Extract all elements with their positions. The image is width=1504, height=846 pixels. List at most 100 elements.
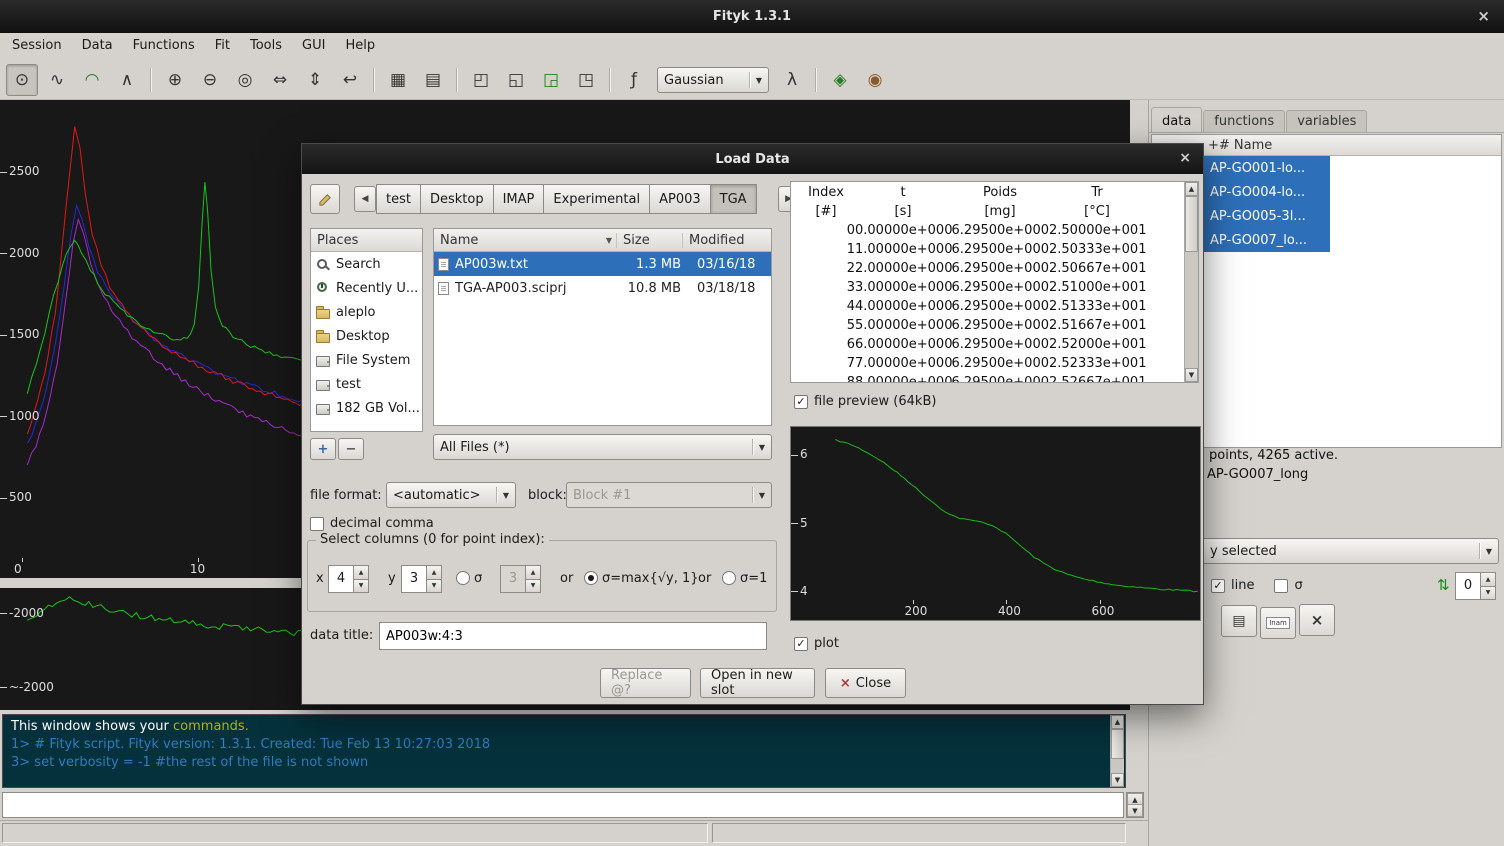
spin-up-icon[interactable]: ▲	[354, 565, 369, 579]
file-format-select[interactable]: <automatic> ▼	[386, 482, 516, 508]
scroll-down-icon[interactable]: ▼	[1111, 773, 1124, 787]
remove-place-button[interactable]: −	[338, 438, 364, 460]
data-editor-icon[interactable]: ▤	[417, 64, 449, 96]
file-filter-select[interactable]: All Files (*) ▼	[433, 434, 772, 460]
preview-scrollbar[interactable]: ▲ ▼	[1184, 182, 1198, 382]
baseline-mode-icon[interactable]: ◠	[76, 64, 108, 96]
tab-functions[interactable]: functions	[1203, 110, 1285, 133]
add-peak-mode-icon[interactable]: ∧	[111, 64, 143, 96]
point-size-spinner[interactable]: 0 ▲ ▼	[1455, 572, 1496, 600]
path-segment[interactable]: AP003	[649, 184, 711, 214]
path-segment[interactable]: Experimental	[543, 184, 650, 214]
file-row[interactable]: TGA-AP003.sciprj 10.8 MB 03/18/18	[434, 276, 771, 300]
zoom-out-icon[interactable]: ⊖	[194, 64, 226, 96]
zoom-in-icon[interactable]: ⊕	[159, 64, 191, 96]
place-item[interactable]: aleplo	[311, 300, 422, 324]
place-item[interactable]: test	[311, 372, 422, 396]
scrollbar-thumb[interactable]	[1111, 729, 1124, 759]
spin-down-icon[interactable]: ▼	[1481, 586, 1496, 601]
export-plot-icon[interactable]: ◲	[535, 64, 567, 96]
spin-up-icon[interactable]: ▲	[427, 565, 442, 579]
zoom-all-icon[interactable]: ◎	[229, 64, 261, 96]
close-button[interactable]: ×Close	[825, 668, 906, 698]
zoom-vertical-icon[interactable]: ⇕	[299, 64, 331, 96]
scroll-down-icon[interactable]: ▼	[1185, 368, 1198, 382]
separator[interactable]	[609, 68, 611, 92]
zoom-mode-icon[interactable]: ⊙	[6, 64, 38, 96]
dataset-row[interactable]: AP-GO007_lo...	[1152, 228, 1501, 252]
open-in-new-slot-button[interactable]: Open in new slot	[700, 668, 815, 698]
menu-item[interactable]: Session	[2, 33, 72, 61]
path-segment[interactable]: test	[376, 184, 421, 214]
delete-dataset-button[interactable]: ×	[1299, 604, 1335, 636]
line-checkbox[interactable]: ✓	[1211, 579, 1225, 593]
spin-down-icon[interactable]: ▼	[354, 579, 369, 594]
data-table-icon[interactable]: ▦	[382, 64, 414, 96]
place-item[interactable]: File System	[311, 348, 422, 372]
y-column-spinner[interactable]: 3 ▲▼	[401, 565, 442, 593]
menu-item[interactable]: Tools	[240, 33, 292, 61]
separator[interactable]	[150, 68, 152, 92]
data-range-mode-icon[interactable]: ∿	[41, 64, 73, 96]
type-location-button[interactable]	[310, 184, 340, 214]
separator[interactable]	[373, 68, 375, 92]
separator[interactable]	[456, 68, 458, 92]
data-transform-icon[interactable]: ƒ	[618, 64, 650, 96]
dataset-row[interactable]: AP-GO005-3l...	[1152, 204, 1501, 228]
dataset-display-select[interactable]: y selected ▼	[1155, 538, 1499, 564]
menu-item[interactable]: Data	[72, 33, 123, 61]
add-place-button[interactable]: +	[310, 438, 336, 460]
menu-item[interactable]: Fit	[205, 33, 240, 61]
history-down-icon[interactable]: ▼	[1127, 804, 1143, 817]
decimal-comma-checkbox[interactable]: ✓	[310, 517, 324, 531]
path-segment[interactable]: Desktop	[420, 184, 494, 214]
menu-item[interactable]: Help	[335, 33, 385, 61]
plot-checkbox[interactable]: ✓	[794, 637, 808, 651]
session-log-icon[interactable]: ◳	[570, 64, 602, 96]
console-scrollbar[interactable]: ▲ ▼	[1110, 715, 1124, 787]
define-function-icon[interactable]: λ	[776, 64, 808, 96]
file-list[interactable]: Name▼ Size Modified AP003w.txt 1.3 MB 03…	[433, 228, 772, 426]
fit-run-icon[interactable]: ◈	[824, 64, 856, 96]
separator[interactable]	[815, 68, 817, 92]
spin-up-icon[interactable]: ▲	[1481, 572, 1496, 586]
file-preview-checkbox[interactable]: ✓	[794, 395, 808, 409]
y-fit-zoom-icon[interactable]: ⇅	[1437, 576, 1450, 594]
load-data-icon[interactable]: ◰	[465, 64, 497, 96]
tab-data[interactable]: data	[1151, 107, 1202, 133]
path-segment[interactable]: TGA	[710, 184, 757, 214]
place-item[interactable]: 182 GB Vol...	[311, 396, 422, 420]
dataset-row[interactable]: AP-GO004-lo...	[1152, 180, 1501, 204]
tab-variables[interactable]: variables	[1286, 110, 1367, 133]
spin-down-icon[interactable]: ▼	[427, 579, 442, 594]
window-close-icon[interactable]: ×	[1477, 7, 1490, 25]
place-item[interactable]: Search	[311, 252, 422, 276]
dialog-close-icon[interactable]: ×	[1179, 150, 1191, 166]
data-title-input[interactable]	[379, 622, 767, 650]
fit-undo-icon[interactable]: ◉	[859, 64, 891, 96]
column-size[interactable]: Size	[617, 233, 683, 248]
rename-dataset-button[interactable]: Inam	[1260, 607, 1296, 639]
places-list[interactable]: Places Search Recently U... a	[310, 228, 423, 432]
menu-item[interactable]: Functions	[123, 33, 205, 61]
scrollbar-thumb[interactable]	[1185, 196, 1198, 252]
save-session-icon[interactable]: ◱	[500, 64, 532, 96]
data-table-button[interactable]: ▤	[1221, 605, 1257, 637]
file-preview-table[interactable]: IndextPoidsTr [#][s][mg][°C] 00.00000e+0…	[790, 181, 1199, 383]
sigma-one-radio[interactable]	[722, 571, 736, 585]
output-console[interactable]: This window shows your commands. 1> # Fi…	[2, 714, 1126, 788]
x-column-spinner[interactable]: 4 ▲▼	[328, 565, 369, 593]
command-input[interactable]	[2, 792, 1124, 818]
dataset-row[interactable]: AP-GO001-lo...	[1152, 156, 1501, 180]
sigma-checkbox[interactable]: ✓	[1274, 579, 1288, 593]
sigma-max-radio[interactable]	[584, 571, 598, 585]
column-modified[interactable]: Modified	[683, 233, 744, 248]
file-row[interactable]: AP003w.txt 1.3 MB 03/16/18	[434, 252, 771, 276]
scroll-up-icon[interactable]: ▲	[1185, 182, 1198, 196]
path-segment[interactable]: IMAP	[493, 184, 545, 214]
function-type-select[interactable]: Gaussian ▼	[657, 67, 769, 93]
place-item[interactable]: Desktop	[311, 324, 422, 348]
scroll-up-icon[interactable]: ▲	[1111, 715, 1124, 729]
path-back-icon[interactable]: ◀	[354, 186, 376, 212]
input-history-stepper[interactable]: ▲ ▼	[1126, 792, 1144, 818]
